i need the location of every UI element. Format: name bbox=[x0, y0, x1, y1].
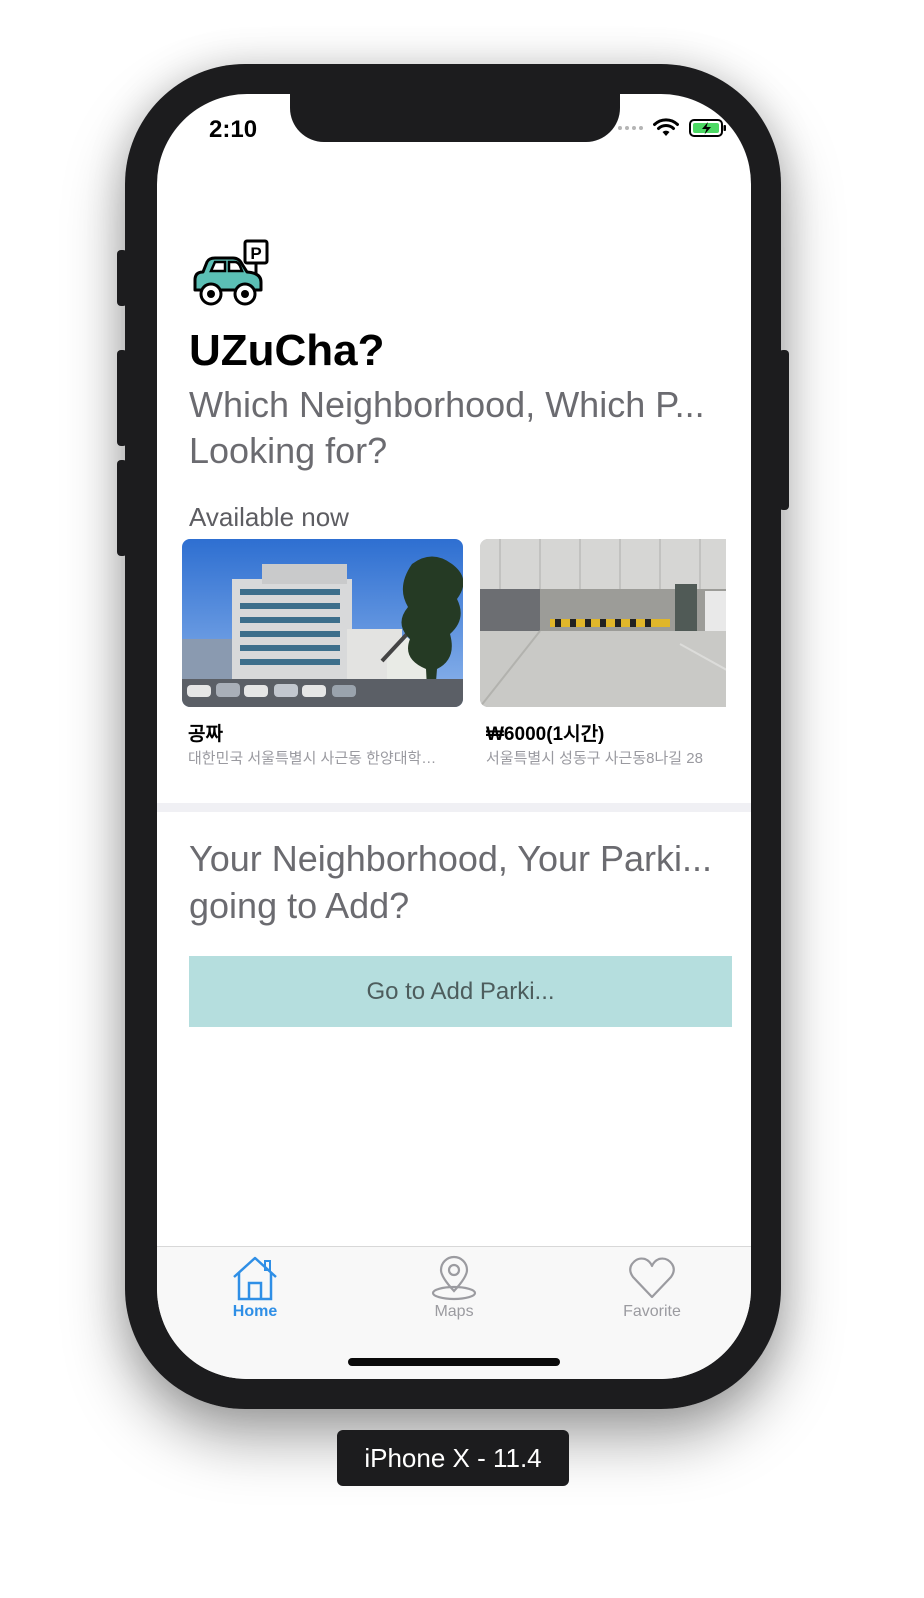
parking-address: 대한민국 서울특별시 사근동 한양대학… bbox=[188, 750, 437, 767]
parking-price: 공짜 bbox=[188, 724, 223, 745]
screen: 2:10 P UZuCha? Which Neighborhood, Which… bbox=[157, 94, 751, 1379]
parking-address: 서울특별시 성동구 사근동8나길 28 bbox=[486, 750, 703, 767]
go-to-add-parking-button[interactable]: Go to Add Parki... bbox=[189, 956, 732, 1027]
section-divider bbox=[157, 803, 751, 812]
volume-down-button bbox=[117, 460, 127, 556]
svg-text:P: P bbox=[250, 244, 261, 263]
home-icon bbox=[233, 1256, 277, 1301]
car-parking-logo-icon: P bbox=[193, 239, 269, 306]
status-icons bbox=[618, 118, 727, 138]
volume-up-button bbox=[117, 350, 127, 446]
tab-maps[interactable]: Maps bbox=[389, 1255, 519, 1321]
available-now-label: Available now bbox=[189, 502, 349, 532]
tab-favorite[interactable]: Favorite bbox=[587, 1255, 717, 1321]
parking-photo-garage bbox=[480, 539, 726, 707]
app-title: UZuCha? bbox=[189, 326, 385, 375]
tab-maps-label: Maps bbox=[434, 1303, 474, 1320]
tab-favorite-label: Favorite bbox=[623, 1303, 681, 1320]
cellular-signal-icon bbox=[618, 126, 643, 130]
parking-photo-building bbox=[182, 539, 463, 707]
power-button bbox=[779, 350, 789, 510]
mute-switch bbox=[117, 250, 127, 306]
search-headline-line1: Which Neighborhood, Which P... bbox=[189, 384, 705, 425]
add-parking-headline-line1: Your Neighborhood, Your Parki... bbox=[189, 838, 713, 879]
parking-card-carousel[interactable]: 공짜 대한민국 서울특별시 사근동 한양대학… ₩6000(1시간) 서울특별시… bbox=[182, 539, 726, 769]
add-parking-headline-line2: going to Add? bbox=[189, 885, 410, 926]
search-headline-line2: Looking for? bbox=[189, 430, 388, 471]
wifi-icon bbox=[653, 118, 679, 136]
heart-icon bbox=[629, 1257, 675, 1299]
tab-home-label: Home bbox=[232, 1303, 278, 1320]
parking-price: ₩6000(1시간) bbox=[486, 724, 605, 745]
map-pin-icon bbox=[431, 1255, 477, 1301]
parking-card[interactable]: ₩6000(1시간) 서울특별시 성동구 사근동8나길 28 bbox=[480, 539, 726, 767]
battery-charging-icon bbox=[689, 119, 726, 137]
device-model-label: iPhone X - 11.4 bbox=[337, 1430, 569, 1486]
home-indicator[interactable] bbox=[348, 1358, 560, 1366]
notch bbox=[290, 94, 620, 142]
parking-card[interactable]: 공짜 대한민국 서울특별시 사근동 한양대학… bbox=[182, 539, 463, 767]
status-time: 2:10 bbox=[209, 116, 258, 143]
tab-home[interactable]: Home bbox=[190, 1255, 320, 1321]
